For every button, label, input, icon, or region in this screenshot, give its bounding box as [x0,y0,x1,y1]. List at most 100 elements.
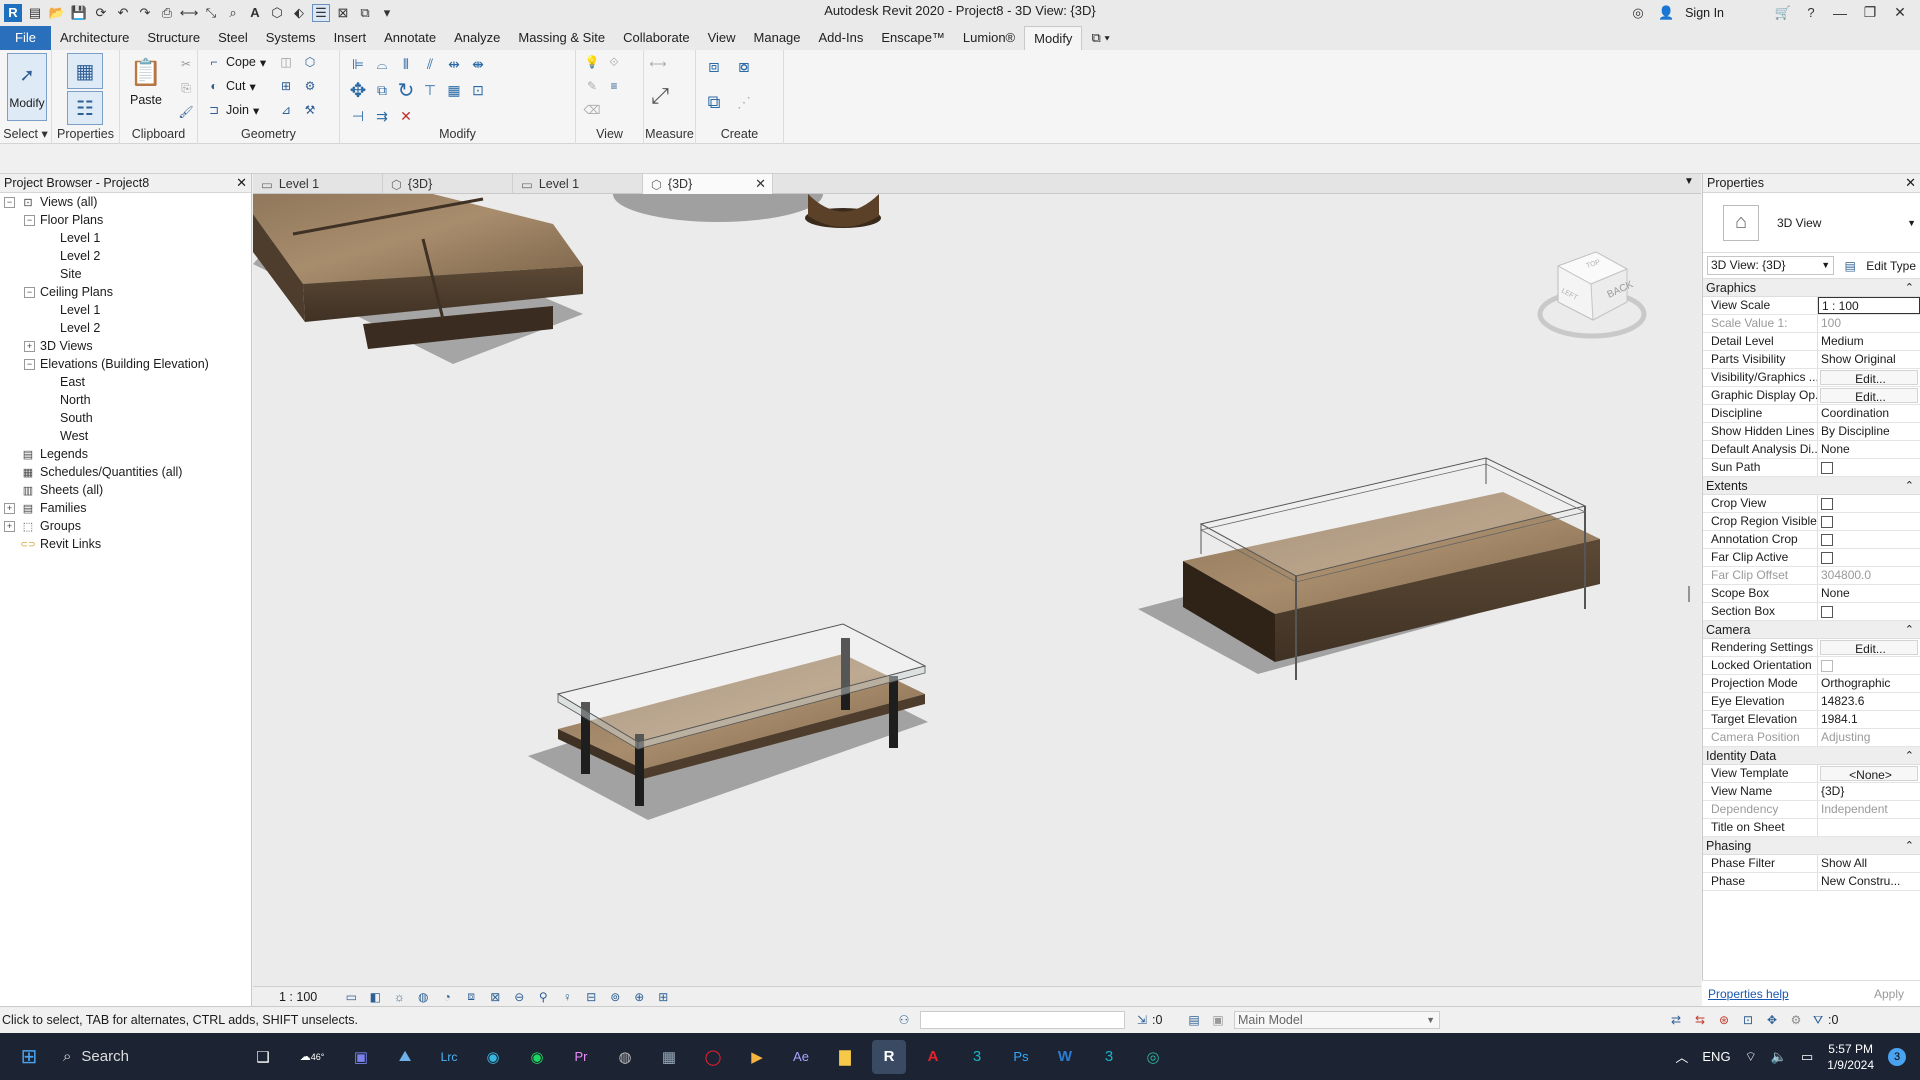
edge-icon[interactable]: ◉ [476,1040,510,1074]
ribbon-tab-systems[interactable]: Systems [257,26,325,50]
3d-model-view[interactable]: BACK LEFT TOP [253,194,1701,986]
reveal-hidden-icon[interactable]: ♀ [559,989,575,1005]
collapse-icon[interactable]: − [4,196,15,208]
type-properties-button[interactable]: ▦ [67,53,103,89]
property-checkbox[interactable] [1821,534,1833,546]
drag-elements-icon[interactable]: ✥ [1764,1012,1780,1028]
select-panel-label[interactable]: Select ▾ [0,126,51,141]
browser-node[interactable]: North [0,391,251,409]
ribbon-tab-massing-site[interactable]: Massing & Site [509,26,614,50]
collapse-icon[interactable]: − [24,286,35,298]
beam-join-icon[interactable]: ⊞ [278,78,294,94]
property-checkbox[interactable] [1821,516,1833,528]
visual-style-icon[interactable]: ◧ [367,989,383,1005]
browser-node[interactable]: ⊂⊃ Revit Links [0,535,251,553]
expand-icon[interactable]: + [4,520,15,532]
browser-node[interactable]: + ⬚ Groups [0,517,251,535]
edit-type-button[interactable]: Edit Type [1866,259,1916,273]
browser-node[interactable]: ▥ Sheets (all) [0,481,251,499]
tag-icon[interactable]: ⌕ [224,4,242,22]
opera-icon[interactable]: ◯ [696,1040,730,1074]
worksets-icon[interactable]: ⚇ [896,1012,912,1028]
background-process-icon[interactable]: ⚙ [1788,1012,1804,1028]
property-value[interactable]: Orthographic [1818,675,1920,692]
property-group-header[interactable]: Graphics ⌃ [1703,279,1920,297]
property-value[interactable]: Coordination [1818,405,1920,422]
constraints-icon[interactable]: ⊞ [655,989,671,1005]
property-checkbox[interactable] [1821,462,1833,474]
property-value[interactable]: Medium [1818,333,1920,350]
editable-only-icon[interactable]: ⇲ [1134,1012,1150,1028]
property-value[interactable]: {3D} [1818,783,1920,800]
text-icon[interactable]: A [246,4,264,22]
user-icon[interactable]: 👤 [1657,4,1675,22]
collapse-group-icon[interactable]: ⌃ [1905,479,1914,492]
create-parts-icon[interactable]: ⧇ [734,56,754,76]
browser-node[interactable]: ▦ Schedules/Quantities (all) [0,463,251,481]
after-effects-icon[interactable]: Ae [784,1040,818,1074]
taskbar-search[interactable]: ⌕ Search [51,1040,241,1074]
browser-node[interactable]: Site [0,265,251,283]
ribbon-tab-enscape[interactable]: Enscape™ [872,26,954,50]
property-value[interactable]: New Constru... [1818,873,1920,890]
split-icon[interactable]: ⚒ [302,102,318,118]
premiere-icon[interactable]: Pr [564,1040,598,1074]
browser-node[interactable]: West [0,427,251,445]
ribbon-tab-file[interactable]: File [0,26,51,50]
property-checkbox[interactable] [1821,552,1833,564]
ribbon-tab-collaborate[interactable]: Collaborate [614,26,699,50]
file-explorer-icon[interactable]: ▇ [828,1040,862,1074]
redo-icon[interactable]: ↷ [136,4,154,22]
battery-icon[interactable]: ▭ [1801,1049,1813,1065]
property-edit-button[interactable]: Edit... [1820,388,1918,403]
photoshop-icon[interactable]: Ps [1004,1040,1038,1074]
glass-coffee-table[interactable] [528,623,928,820]
volume-icon[interactable]: 🔈 [1771,1049,1787,1065]
measure-icon[interactable]: ⟷ [180,4,199,22]
select-underlay-icon[interactable]: ⇆ [1692,1012,1708,1028]
ribbon-tab-view[interactable]: View [699,26,745,50]
binoculars-icon[interactable]: ◎ [1629,4,1647,22]
ribbon-tab-structure[interactable]: Structure [138,26,209,50]
type-selector[interactable]: ⌂ 3D View ▼ [1703,193,1920,253]
sun-path-icon[interactable]: ☼ [391,989,407,1005]
filter-list-icon[interactable]: ≡ [606,78,622,94]
restore-icon[interactable]: ❐ [1860,4,1880,21]
contextual-tab-menu-icon[interactable]: ⧉ ▾ [1082,26,1118,50]
property-edit-button[interactable]: Edit... [1820,640,1918,655]
view-tabs-menu-icon[interactable]: ▼ [1684,176,1694,187]
3dsmax-alt-icon[interactable]: 3 [1092,1040,1126,1074]
lightroom-icon[interactable]: Lrc [432,1040,466,1074]
globe-app-icon[interactable]: ◎ [1136,1040,1170,1074]
type-dropdown-icon[interactable]: ▼ [1907,218,1916,228]
property-checkbox[interactable] [1821,606,1833,618]
browser-node[interactable]: − Ceiling Plans [0,283,251,301]
help-icon[interactable]: ? [1802,4,1820,22]
property-value[interactable]: 1 : 100 [1818,297,1920,314]
collapse-icon[interactable]: − [24,214,35,226]
browser-node[interactable]: Level 2 [0,247,251,265]
3dsmax-icon[interactable]: 3 [960,1040,994,1074]
ribbon-tab-architecture[interactable]: Architecture [51,26,138,50]
filter-icon[interactable]: ⛛ [1810,1012,1826,1028]
property-group-header[interactable]: Camera ⌃ [1703,621,1920,639]
design-options-icon[interactable]: ▤ [1186,1012,1202,1028]
property-value[interactable] [1818,819,1920,836]
delete-icon[interactable]: ✕ [396,106,416,126]
crop-region-icon[interactable]: ⊠ [487,989,503,1005]
split-gap-icon[interactable]: ⇼ [468,54,488,74]
copy-clipboard-icon[interactable]: ⎘ [178,80,194,96]
view-eraser-icon[interactable]: ⌫ [584,102,601,118]
create-similar-icon[interactable]: ⋰ [734,92,754,112]
dimension-icon[interactable]: ⤢ [651,83,669,108]
temp-hide-icon[interactable]: ⚲ [535,989,551,1005]
view-tab[interactable]: ⬡ {3D} ✕ [643,174,773,194]
copy-icon[interactable]: ⧉ [372,80,392,100]
print-icon[interactable]: ⎙ [158,4,176,22]
paste-button[interactable]: 📋 Paste [128,54,164,108]
section-icon[interactable]: ⬖ [290,4,308,22]
square-coffee-table[interactable] [253,194,583,364]
property-group-header[interactable]: Extents ⌃ [1703,477,1920,495]
hide-bulb-icon[interactable]: 💡 [584,54,600,70]
demolish-icon[interactable]: ⚙ [302,78,318,94]
